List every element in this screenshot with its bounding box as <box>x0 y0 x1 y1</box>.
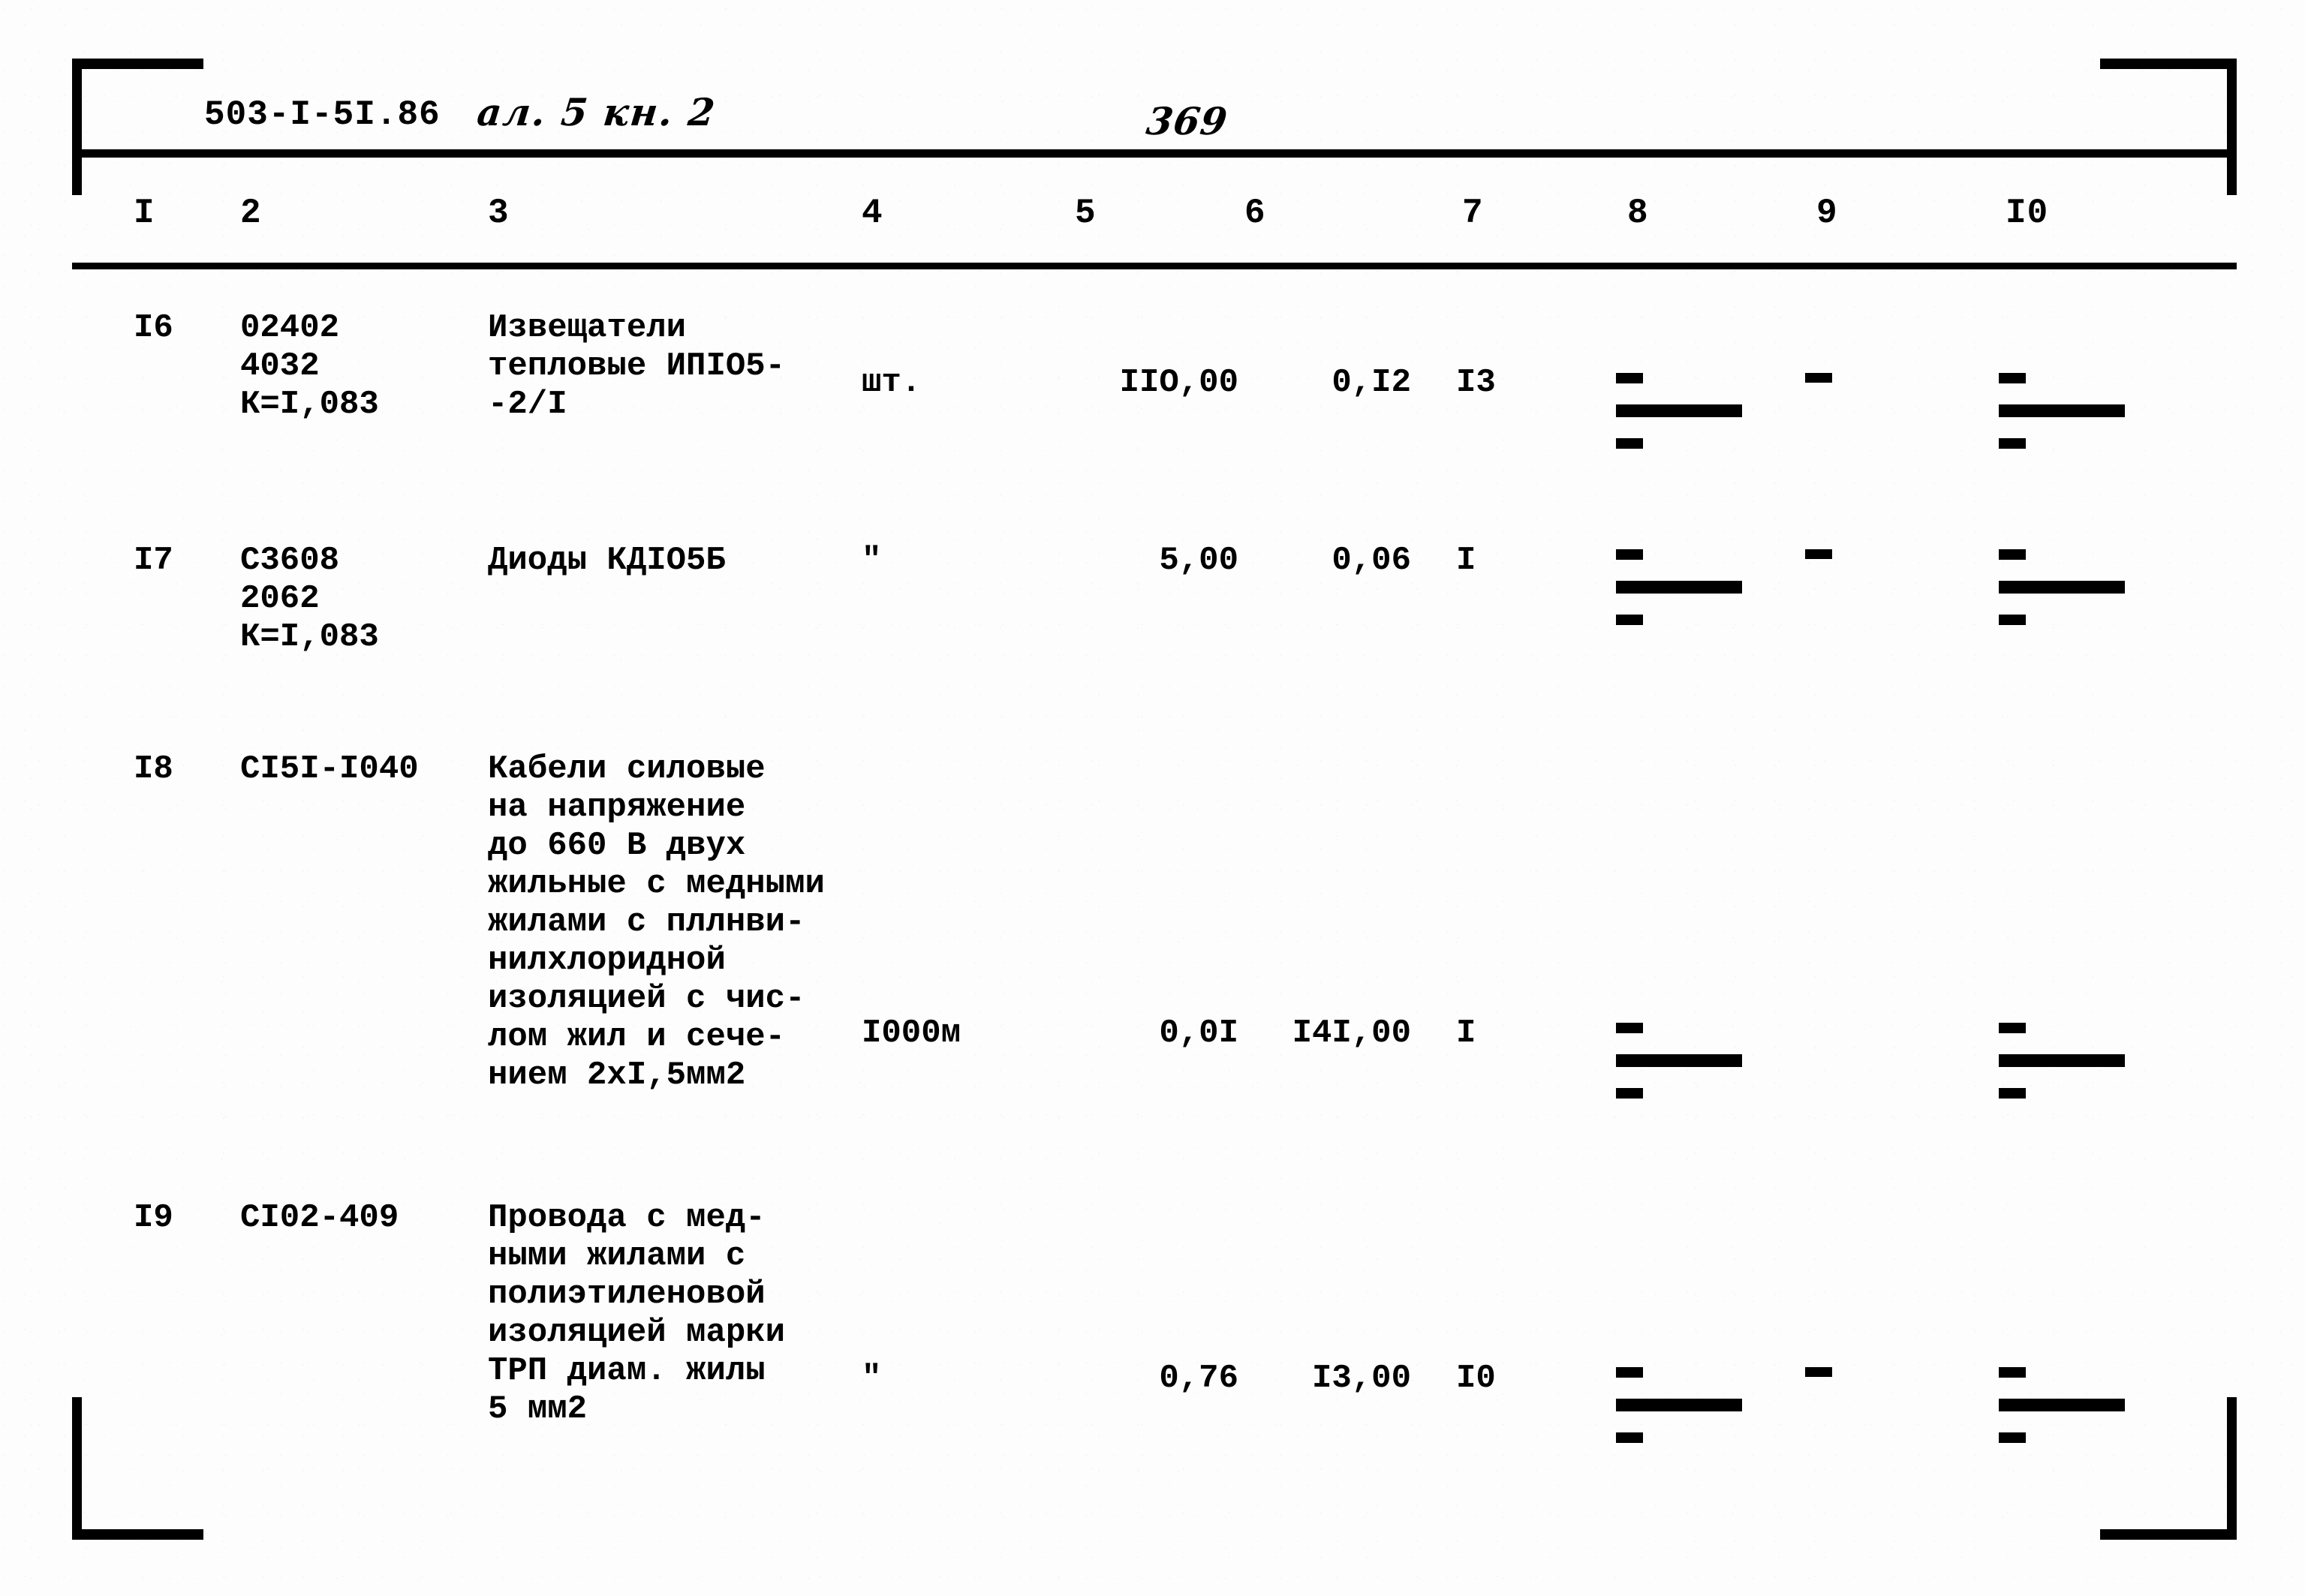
fraction-bar <box>1616 1054 1742 1067</box>
resource-code-cell: СI02-409 <box>240 1199 399 1237</box>
dash-mark <box>1616 1088 1643 1099</box>
dash-mark <box>1805 549 1832 559</box>
dash-mark <box>1999 373 2026 383</box>
dash-mark <box>1616 615 1643 625</box>
quantity-cell: 5,00 <box>1159 542 1238 579</box>
price-cell: 0,I2 <box>1332 364 1411 401</box>
dash-mark <box>1805 373 1832 383</box>
row-index-cell: I8 <box>134 750 173 788</box>
column8-mark <box>1616 373 1781 449</box>
price-cell: I4I,00 <box>1292 1014 1411 1052</box>
dash-mark <box>1616 1023 1643 1033</box>
quantity-cell: 0,76 <box>1159 1360 1238 1397</box>
column8-mark <box>1616 549 1781 625</box>
description-cell: Извещатели тепловые ИПIО5- -2/I <box>488 309 786 423</box>
dash-mark <box>1616 438 1643 449</box>
description-cell: Кабели силовые на напряжение до 660 В дв… <box>488 750 825 1094</box>
fraction-bar <box>1999 1399 2125 1411</box>
unit-cell: шт. <box>862 364 922 401</box>
price-cell: 0,06 <box>1332 542 1411 579</box>
column7-cell: I3 <box>1456 364 1496 401</box>
row-index-cell: I9 <box>134 1199 173 1237</box>
resource-code-cell: СI5I-I040 <box>240 750 419 788</box>
price-cell: I3,00 <box>1311 1360 1411 1397</box>
dash-mark <box>1616 549 1643 560</box>
column10-mark <box>1999 549 2164 625</box>
document-page: 503-I-5I.86 ал. 5 кн. 2 369 I 2 3 4 5 6 7 8 9 I0 … <box>0 0 2305 1596</box>
fraction-bar <box>1999 1054 2125 1067</box>
dash-mark <box>1616 1367 1643 1378</box>
column9-mark <box>1805 1367 1970 1377</box>
column7-cell: I0 <box>1456 1360 1496 1397</box>
description-cell: Провода с мед- ными жилами с полиэтилено… <box>488 1199 786 1428</box>
dash-mark <box>1999 438 2026 449</box>
dash-mark <box>1999 1367 2026 1378</box>
fraction-bar <box>1999 581 2125 594</box>
column7-cell: I <box>1456 542 1476 579</box>
fraction-bar <box>1616 1399 1742 1411</box>
table-body: I6 02402 4032 К=I,083 Извещатели тепловые … <box>0 0 2305 1596</box>
dash-mark <box>1999 615 2026 625</box>
column8-mark <box>1616 1023 1781 1099</box>
column10-mark <box>1999 373 2164 449</box>
resource-code-cell: С3608 2062 К=I,083 <box>240 542 379 656</box>
description-cell: Диоды КДIО5Б <box>488 542 726 579</box>
unit-cell: I000м <box>862 1014 961 1052</box>
quantity-cell: IIO,00 <box>1119 364 1238 401</box>
dash-mark <box>1999 1023 2026 1033</box>
fraction-bar <box>1616 404 1742 417</box>
row-index-cell: I6 <box>134 309 173 347</box>
dash-mark <box>1616 373 1643 383</box>
dash-mark <box>1999 1088 2026 1099</box>
column9-mark <box>1805 373 1970 383</box>
dash-mark <box>1805 1367 1832 1377</box>
dash-mark <box>1616 1432 1643 1443</box>
fraction-bar <box>1616 581 1742 594</box>
resource-code-cell: 02402 4032 К=I,083 <box>240 309 379 423</box>
column10-mark <box>1999 1023 2164 1099</box>
unit-cell: " <box>862 1360 882 1397</box>
column7-cell: I <box>1456 1014 1476 1052</box>
dash-mark <box>1999 549 2026 560</box>
column9-mark <box>1805 549 1970 559</box>
column8-mark <box>1616 1367 1781 1443</box>
column10-mark <box>1999 1367 2164 1443</box>
unit-cell: " <box>862 542 882 579</box>
row-index-cell: I7 <box>134 542 173 579</box>
quantity-cell: 0,0I <box>1159 1014 1238 1052</box>
fraction-bar <box>1999 404 2125 417</box>
dash-mark <box>1999 1432 2026 1443</box>
